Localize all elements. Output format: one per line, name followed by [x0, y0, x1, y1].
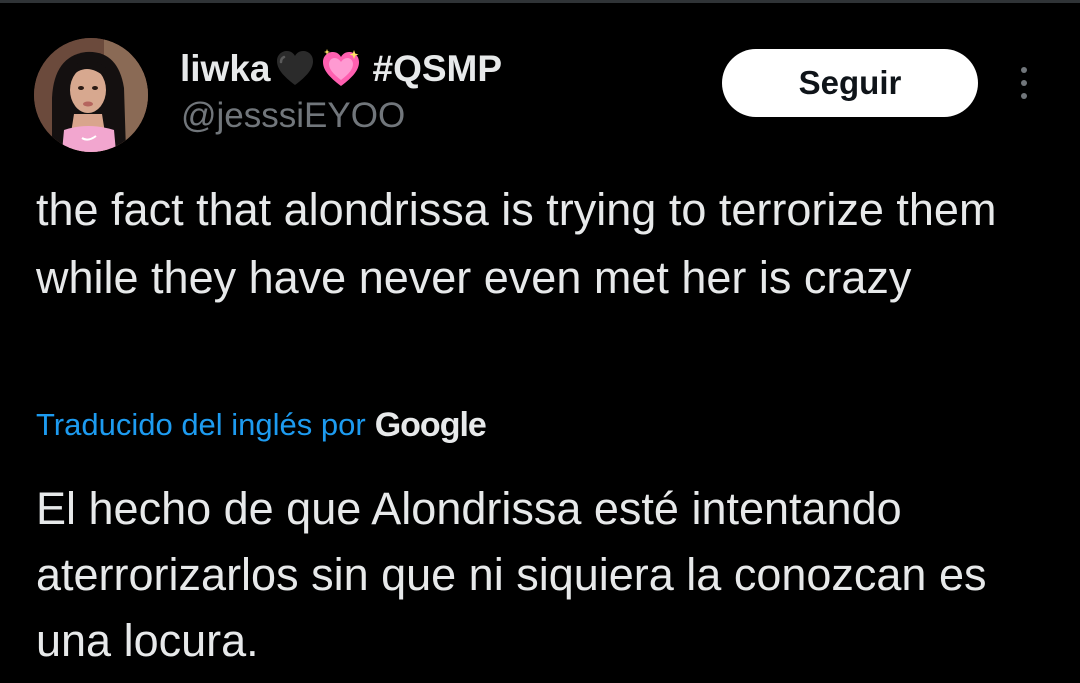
avatar-image: [34, 38, 148, 152]
sparkling-heart-icon: [319, 47, 363, 91]
author-hashtag[interactable]: #QSMP: [373, 48, 503, 90]
author-handle[interactable]: @jesssiEYOO: [181, 96, 405, 136]
translated-tweet-text: El hecho de que Alondrissa esté intentan…: [36, 483, 987, 666]
more-vertical-icon[interactable]: [1012, 64, 1036, 104]
tweet-text: the fact that alondrissa is trying to te…: [36, 184, 997, 303]
author-display-name[interactable]: liwka: [180, 48, 271, 90]
google-logo: Google: [374, 405, 487, 444]
top-divider: [0, 0, 1080, 3]
translation-link[interactable]: Traducido del inglés por: [36, 407, 366, 443]
avatar[interactable]: [34, 38, 148, 152]
black-heart-icon: [273, 47, 317, 91]
author-name-row[interactable]: liwka #QSMP: [180, 44, 502, 94]
translation-attribution: Traducido del inglés por Google: [36, 400, 487, 450]
follow-button[interactable]: Seguir: [722, 49, 978, 117]
